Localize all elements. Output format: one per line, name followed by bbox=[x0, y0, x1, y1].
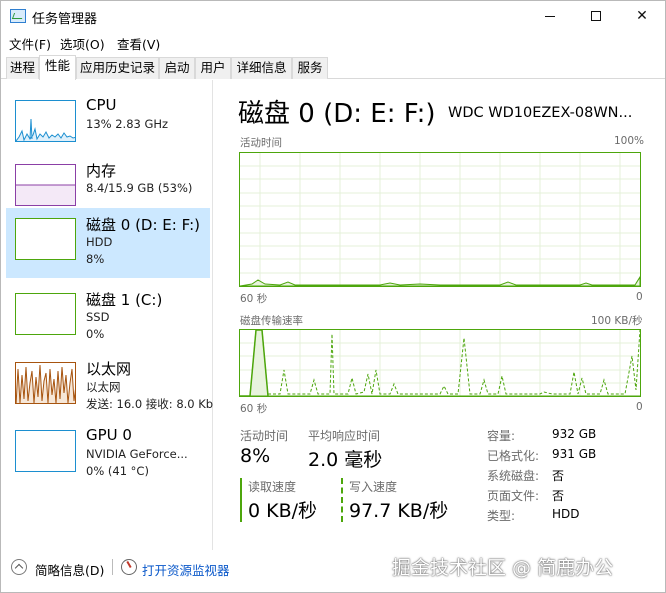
resource-cpu[interactable]: CPU 13% 2.83 GHz bbox=[6, 90, 210, 154]
watermark: 掘金技术社区 @ 简鹿办公 bbox=[392, 557, 614, 579]
read-speed-bar bbox=[240, 478, 242, 522]
disk0-thumbnail bbox=[15, 218, 76, 260]
page-file-label: 页面文件: bbox=[487, 489, 540, 503]
menu-options[interactable]: 选项(O) bbox=[60, 34, 105, 53]
memory-thumbnail bbox=[15, 164, 76, 206]
disk0-usage: 8% bbox=[86, 252, 105, 266]
menu-bar: 文件(F) 选项(O) 查看(V) bbox=[1, 31, 665, 53]
gpu-thumbnail bbox=[15, 430, 76, 472]
system-disk-value: 否 bbox=[552, 469, 565, 483]
task-manager-window: 任务管理器 ✕ 文件(F) 选项(O) 查看(V) 进程 性能 应用历史记录 启… bbox=[0, 0, 666, 593]
capacity-value: 932 GB bbox=[552, 427, 597, 441]
write-speed-label: 写入速度 bbox=[349, 480, 398, 494]
disk1-type: SSD bbox=[86, 310, 110, 324]
response-time-value: 2.0 毫秒 bbox=[308, 449, 383, 471]
ethernet-thumbnail bbox=[15, 362, 76, 404]
read-speed-value: 0 KB/秒 bbox=[248, 500, 318, 522]
capacity-label: 容量: bbox=[487, 429, 516, 443]
ethernet-name: 以太网 bbox=[86, 360, 132, 378]
page-file-value: 否 bbox=[552, 489, 565, 503]
graph2-label: 磁盘传输速率 bbox=[240, 315, 303, 327]
graph1-time: 60 秒 bbox=[240, 293, 268, 305]
read-speed-label: 读取速度 bbox=[248, 480, 297, 494]
cpu-mini-graph bbox=[16, 118, 75, 141]
tab-details[interactable]: 详细信息 bbox=[231, 57, 292, 79]
resource-disk-1[interactable]: 磁盘 1 (C:) SSD 0% bbox=[6, 283, 210, 347]
collapse-chevron-icon[interactable] bbox=[11, 559, 27, 575]
gpu-mini-graph bbox=[16, 431, 76, 472]
resource-monitor-icon[interactable] bbox=[121, 559, 137, 575]
tab-app-history[interactable]: 应用历史记录 bbox=[76, 57, 159, 79]
menu-file[interactable]: 文件(F) bbox=[9, 34, 51, 53]
disk1-usage: 0% bbox=[86, 327, 105, 341]
bottom-separator bbox=[112, 559, 113, 575]
system-disk-label: 系统磁盘: bbox=[487, 469, 540, 483]
disk1-name: 磁盘 1 (C:) bbox=[86, 291, 163, 309]
minimize-button[interactable] bbox=[527, 1, 573, 31]
memory-usage: 8.4/15.9 GB (53%) bbox=[86, 181, 193, 195]
open-resource-monitor-link[interactable]: 打开资源监视器 bbox=[142, 560, 230, 579]
cpu-thumbnail bbox=[15, 100, 76, 142]
gpu-model: NVIDIA GeForce... bbox=[86, 447, 188, 461]
resource-ethernet[interactable]: 以太网 以太网 发送: 16.0 接收: 8.0 Kb bbox=[6, 352, 213, 416]
minimize-icon bbox=[545, 15, 555, 17]
cpu-name: CPU bbox=[86, 96, 117, 114]
transfer-rate-graph bbox=[239, 329, 641, 397]
formatted-label: 已格式化: bbox=[487, 449, 540, 463]
graph2-time: 60 秒 bbox=[240, 403, 268, 415]
ethernet-adapter: 以太网 bbox=[86, 380, 121, 394]
write-speed-bar bbox=[341, 478, 343, 522]
response-time-label: 平均响应时间 bbox=[308, 429, 381, 443]
ethernet-throughput: 发送: 16.0 接收: 8.0 Kb bbox=[86, 397, 214, 411]
graph1-max: 100% bbox=[614, 135, 645, 147]
type-value: HDD bbox=[552, 507, 580, 521]
maximize-button[interactable] bbox=[573, 1, 619, 31]
disk0-name: 磁盘 0 (D: E: F:) bbox=[86, 216, 200, 234]
tab-bar: 进程 性能 应用历史记录 启动 用户 详细信息 服务 bbox=[1, 55, 665, 80]
resource-list: CPU 13% 2.83 GHz 内存 8.4/15.9 GB (53%) 磁盘… bbox=[1, 80, 213, 550]
resource-gpu[interactable]: GPU 0 NVIDIA GeForce... 0% (41 °C) bbox=[6, 420, 210, 484]
disk-title: 磁盘 0 (D: E: F:) bbox=[238, 99, 436, 129]
disk1-thumbnail bbox=[15, 293, 76, 335]
gpu-name: GPU 0 bbox=[86, 426, 132, 444]
transfer-rate-plot bbox=[240, 330, 640, 396]
menu-view[interactable]: 查看(V) bbox=[117, 34, 160, 53]
close-icon: ✕ bbox=[636, 8, 648, 24]
active-time-plot bbox=[240, 153, 640, 286]
disk0-type: HDD bbox=[86, 235, 113, 249]
graph2-max: 100 KB/秒 bbox=[591, 315, 643, 327]
gpu-usage: 0% (41 °C) bbox=[86, 464, 149, 478]
memory-mini-graph bbox=[16, 184, 75, 205]
fewer-details-link[interactable]: 简略信息(D) bbox=[35, 560, 104, 579]
resource-disk-0[interactable]: 磁盘 0 (D: E: F:) HDD 8% bbox=[6, 208, 210, 278]
bottom-bar: 简略信息(D) 打开资源监视器 掘金技术社区 @ 简鹿办公 bbox=[1, 553, 665, 592]
ethernet-mini-graph bbox=[16, 364, 75, 403]
disk-model: WDC WD10EZEX-08WN... bbox=[448, 105, 633, 121]
active-time-value: 8% bbox=[240, 445, 271, 467]
write-speed-value: 97.7 KB/秒 bbox=[349, 500, 449, 522]
window-title: 任务管理器 bbox=[32, 12, 98, 27]
graph1-label: 活动时间 bbox=[240, 137, 282, 149]
tab-startup[interactable]: 启动 bbox=[159, 57, 195, 79]
tab-services[interactable]: 服务 bbox=[292, 57, 328, 79]
cpu-usage: 13% 2.83 GHz bbox=[86, 117, 169, 131]
close-button[interactable]: ✕ bbox=[619, 1, 665, 31]
tab-users[interactable]: 用户 bbox=[195, 57, 231, 79]
maximize-icon bbox=[591, 11, 601, 21]
graph2-zero: 0 bbox=[636, 401, 643, 413]
graph1-zero: 0 bbox=[636, 291, 643, 303]
active-time-graph bbox=[239, 152, 641, 287]
disk0-mini-graph bbox=[16, 219, 76, 260]
tab-performance[interactable]: 性能 bbox=[39, 55, 76, 80]
formatted-value: 931 GB bbox=[552, 447, 597, 461]
active-time-label: 活动时间 bbox=[240, 429, 289, 443]
memory-name: 内存 bbox=[86, 162, 117, 180]
type-label: 类型: bbox=[487, 509, 516, 523]
title-bar: 任务管理器 ✕ bbox=[1, 1, 665, 31]
task-manager-icon bbox=[10, 9, 26, 23]
tab-processes[interactable]: 进程 bbox=[6, 57, 39, 79]
